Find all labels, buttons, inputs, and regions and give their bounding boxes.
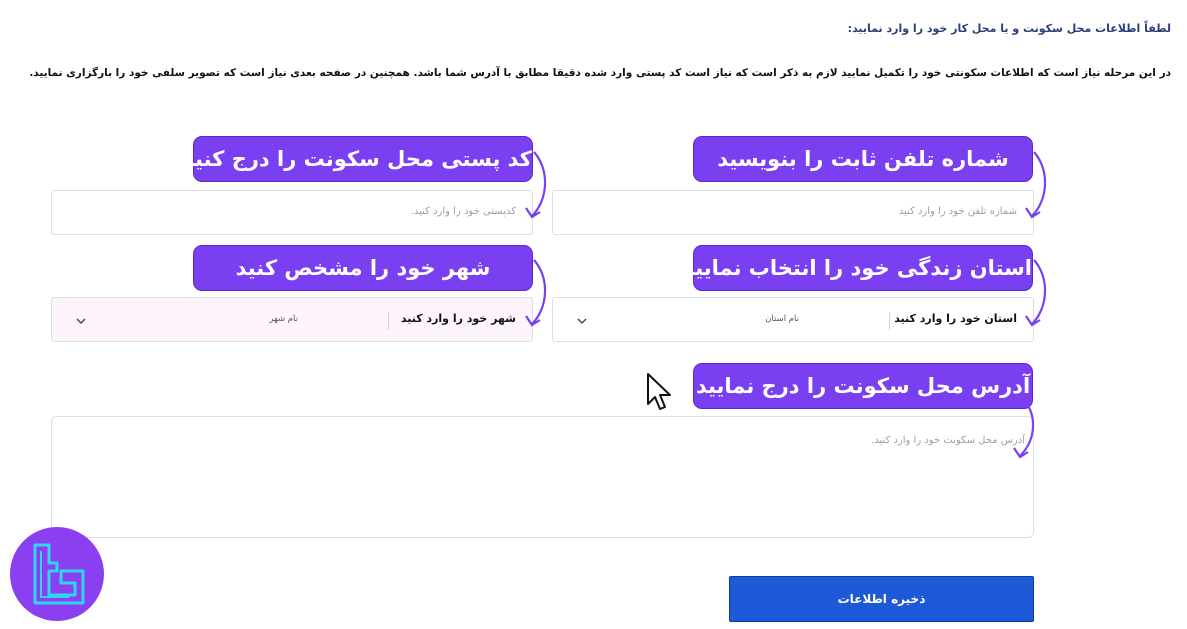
chevron-down-icon[interactable] [74, 314, 88, 328]
phone-field[interactable]: شماره تلفن خود را وارد کنید [552, 190, 1034, 235]
form-intro: در این مرحله نیاز است که اطلاعات سکونتی … [29, 67, 1171, 79]
callout-postal: کد پستی محل سکونت را درج کنید [183, 136, 533, 182]
province-value: نام استان [765, 314, 799, 324]
callout-city: شهر خود را مشخص کنید [193, 245, 533, 291]
save-button[interactable]: ذخیره اطلاعات [729, 576, 1034, 622]
callout-province: استان زندگی خود را انتخاب نمایید [683, 245, 1033, 291]
mouse-cursor-icon [647, 373, 671, 410]
province-divider [889, 312, 890, 330]
curved-arrow-icon [1025, 259, 1047, 327]
city-divider [388, 312, 389, 330]
province-label: استان خود را وارد کنید [894, 312, 1017, 325]
brand-logo-icon [10, 527, 104, 621]
phone-placeholder: شماره تلفن خود را وارد کنید [898, 206, 1017, 217]
curved-arrow-icon [1013, 397, 1035, 459]
curved-arrow-icon [1025, 151, 1047, 219]
address-textarea[interactable]: آدرس محل سکونت خود را وارد کنید. [51, 416, 1034, 538]
postal-code-placeholder: کدپستی خود را وارد کنید. [410, 206, 516, 217]
callout-phone: شماره تلفن ثابت را بنویسید [693, 136, 1033, 182]
curved-arrow-icon [525, 259, 547, 327]
chevron-down-icon[interactable] [575, 314, 589, 328]
city-value: نام شهر [269, 314, 298, 324]
city-select[interactable]: شهر خود را وارد کنید نام شهر [51, 297, 533, 342]
address-placeholder: آدرس محل سکونت خود را وارد کنید. [871, 435, 1025, 446]
postal-code-field[interactable]: کدپستی خود را وارد کنید. [51, 190, 533, 235]
callout-address: آدرس محل سکونت را درج نمایید [693, 363, 1033, 409]
form-heading: لطفاً اطلاعات محل سکونت و یا محل کار خود… [847, 22, 1171, 35]
city-label: شهر خود را وارد کنید [400, 312, 516, 325]
province-select[interactable]: استان خود را وارد کنید نام استان [552, 297, 1034, 342]
curved-arrow-icon [525, 151, 547, 219]
